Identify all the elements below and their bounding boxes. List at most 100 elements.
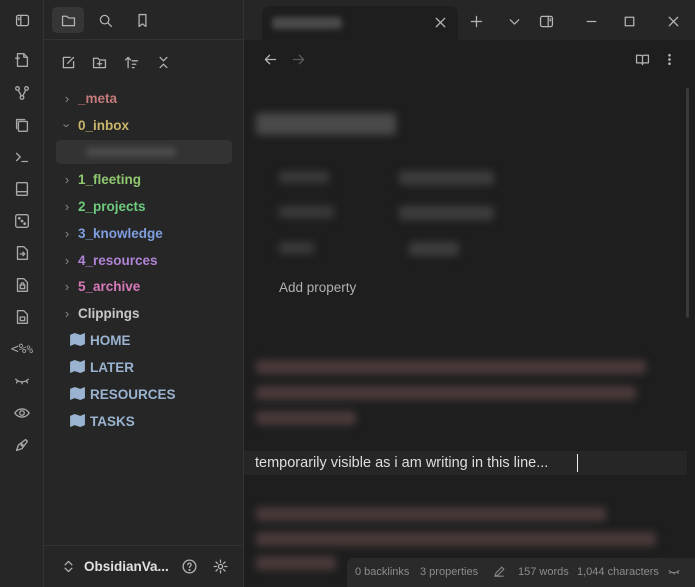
help-icon[interactable] — [181, 558, 198, 580]
paragraph-blurred — [256, 556, 336, 570]
chevron-right-icon: › — [64, 90, 70, 106]
dice-icon[interactable] — [12, 211, 32, 231]
note-title-blurred — [256, 113, 396, 135]
inbox-note-item[interactable] — [56, 140, 232, 164]
new-tab-icon[interactable] — [464, 10, 488, 32]
sync-status-icon[interactable] — [667, 565, 681, 582]
right-sidebar-toggle-icon[interactable] — [534, 10, 558, 32]
paragraph-blurred — [256, 360, 646, 374]
folder-label: 0_inbox — [78, 117, 130, 133]
edit-mode-icon[interactable] — [492, 565, 506, 582]
maximize-icon[interactable] — [617, 10, 641, 32]
property-value-blurred — [399, 171, 494, 185]
hidden-eye-icon[interactable] — [12, 371, 32, 391]
files-tab-icon[interactable] — [52, 7, 84, 33]
tree-map-tasks[interactable]: TASKS — [56, 409, 231, 433]
editor-pane: Add property temporarily visible as i am… — [244, 0, 695, 587]
chevron-right-icon: › — [64, 171, 70, 187]
sidebar-toggle-icon[interactable] — [6, 7, 38, 33]
minimize-icon[interactable] — [579, 10, 603, 32]
property-value-blurred — [409, 242, 459, 256]
search-icon[interactable] — [89, 7, 121, 33]
vault-name: ObsidianVa... — [84, 559, 169, 574]
map-label: RESOURCES — [90, 386, 176, 402]
tab-bar — [244, 0, 695, 40]
status-bar: 0 backlinks 3 properties 157 words 1,044… — [347, 558, 695, 587]
regex-icon[interactable]: <%% — [11, 339, 33, 359]
editor-scrollbar[interactable] — [686, 88, 689, 318]
map-label: LATER — [90, 359, 134, 375]
character-count: 1,044 characters — [577, 566, 659, 578]
reading-view-icon[interactable] — [631, 48, 653, 70]
terminal-icon[interactable] — [12, 147, 32, 167]
backlinks-count[interactable]: 0 backlinks — [355, 566, 409, 578]
folder-label: _meta — [78, 90, 118, 106]
graph-view-icon[interactable] — [12, 83, 32, 103]
map-icon — [70, 387, 86, 401]
folder-label: 5_archive — [78, 278, 141, 294]
tree-map-later[interactable]: LATER — [56, 355, 231, 379]
book-icon[interactable] — [12, 179, 32, 199]
property-key-blurred — [279, 171, 329, 183]
chevron-right-icon: › — [64, 278, 70, 294]
copy-files-icon[interactable] — [12, 115, 32, 135]
lock-file-icon[interactable] — [12, 275, 32, 295]
eye-icon[interactable] — [12, 403, 32, 423]
new-note-button[interactable] — [56, 50, 80, 74]
tree-map-home[interactable]: HOME — [56, 328, 231, 352]
tree-folder-resources[interactable]: › 4_resources — [56, 248, 231, 272]
folder-label: 4_resources — [78, 252, 158, 268]
folder-label: 2_projects — [78, 198, 146, 214]
text-cursor — [577, 454, 578, 472]
pen-icon[interactable] — [12, 435, 32, 455]
forward-arrow-icon[interactable] — [287, 48, 309, 70]
tree-folder-fleeting[interactable]: › 1_fleeting — [56, 167, 231, 191]
map-label: TASKS — [90, 413, 135, 429]
left-ribbon: <%% — [0, 0, 44, 587]
map-icon — [70, 414, 86, 428]
note-export-icon[interactable] — [12, 243, 32, 263]
sidebar-header — [15, 0, 243, 40]
chevron-right-icon: › — [64, 305, 70, 321]
chevron-right-icon: › — [64, 198, 70, 214]
more-options-icon[interactable] — [658, 48, 680, 70]
map-icon — [70, 360, 86, 374]
bookmark-icon[interactable] — [126, 7, 158, 33]
tree-folder-projects[interactable]: › 2_projects — [56, 194, 231, 218]
paragraph-blurred — [256, 507, 606, 521]
chevron-right-icon: › — [64, 225, 70, 241]
tree-folder-archive[interactable]: › 5_archive — [56, 274, 231, 298]
tree-folder-meta[interactable]: › _meta — [56, 86, 231, 110]
new-folder-button[interactable] — [87, 50, 111, 74]
chevron-down-icon: › — [59, 122, 75, 128]
tree-map-resources[interactable]: RESOURCES — [56, 382, 231, 406]
properties-count[interactable]: 3 properties — [420, 566, 478, 578]
new-note-icon[interactable] — [12, 50, 32, 70]
active-editor-line[interactable]: temporarily visible as i am writing in t… — [244, 451, 687, 475]
tree-folder-clippings[interactable]: › Clippings — [56, 301, 231, 325]
paragraph-blurred — [256, 386, 636, 400]
back-arrow-icon[interactable] — [259, 48, 281, 70]
add-property-button[interactable]: Add property — [279, 280, 356, 295]
property-key-blurred — [279, 242, 314, 254]
chevron-down-icon[interactable] — [502, 10, 526, 32]
lock-icon[interactable] — [12, 307, 32, 327]
paragraph-blurred — [256, 532, 656, 546]
chevron-updown-icon — [60, 558, 77, 580]
tree-folder-knowledge[interactable]: › 3_knowledge — [56, 221, 231, 245]
vault-switcher[interactable]: ObsidianVa... — [44, 545, 243, 587]
tab-active-note[interactable] — [262, 6, 458, 40]
collapse-all-button[interactable] — [151, 50, 175, 74]
map-icon — [70, 333, 86, 347]
close-window-icon[interactable] — [661, 10, 685, 32]
chevron-right-icon: › — [64, 252, 70, 268]
word-count: 157 words — [518, 566, 569, 578]
map-label: HOME — [90, 332, 131, 348]
paragraph-blurred — [256, 411, 356, 425]
settings-gear-icon[interactable] — [212, 558, 229, 580]
close-tab-icon[interactable] — [428, 11, 452, 33]
tree-folder-inbox[interactable]: › 0_inbox — [56, 113, 231, 137]
sort-button[interactable] — [119, 50, 143, 74]
folder-label: Clippings — [78, 305, 140, 321]
file-explorer-sidebar: › _meta › 0_inbox › 1_fleeting › 2_projects … — [15, 0, 244, 587]
